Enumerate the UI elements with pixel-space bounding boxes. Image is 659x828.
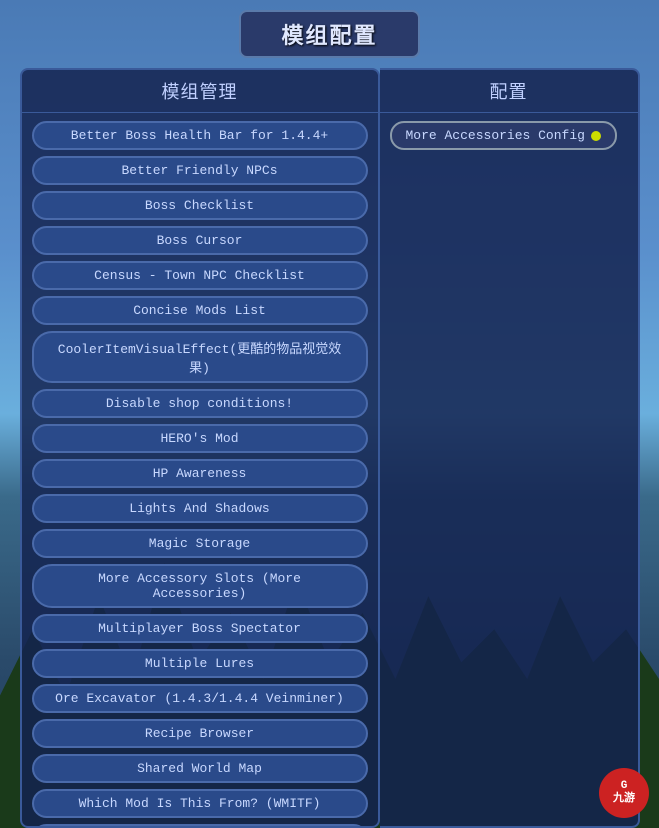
mod-button[interactable]: Census - Town NPC Checklist: [32, 261, 368, 290]
mod-button[interactable]: Boss Cursor: [32, 226, 368, 255]
mod-button[interactable]: Disable shop conditions!: [32, 389, 368, 418]
mod-button[interactable]: Lights And Shadows: [32, 494, 368, 523]
mod-button[interactable]: HERO's Mod: [32, 424, 368, 453]
mod-button[interactable]: Ore Excavator (1.4.3/1.4.4 Veinminer): [32, 684, 368, 713]
config-button-label: More Accessories Config: [406, 128, 585, 143]
mod-button[interactable]: Boss Checklist: [32, 191, 368, 220]
mod-button[interactable]: HP Awareness: [32, 459, 368, 488]
mod-button[interactable]: Better Boss Health Bar for 1.4.4+: [32, 121, 368, 150]
mod-button[interactable]: Magic Storage: [32, 529, 368, 558]
mod-button[interactable]: Multiple Lures: [32, 649, 368, 678]
main-container: 模组配置 模组管理 Better Boss Health Bar for 1.4…: [0, 0, 659, 828]
watermark-text: G九游: [613, 780, 635, 806]
mod-button[interactable]: Concise Mods List: [32, 296, 368, 325]
left-panel: 模组管理 Better Boss Health Bar for 1.4.4+Be…: [20, 68, 380, 828]
mod-list: Better Boss Health Bar for 1.4.4+ Better …: [22, 113, 378, 826]
left-panel-header: 模组管理: [22, 70, 378, 113]
mod-button[interactable]: Which Mod Is This From? (WMITF): [32, 789, 368, 818]
mod-button[interactable]: Recipe Browser: [32, 719, 368, 748]
panels-wrapper: 模组管理 Better Boss Health Bar for 1.4.4+Be…: [20, 68, 640, 828]
config-active-dot: [591, 131, 601, 141]
page-title: 模组配置: [281, 25, 377, 50]
mod-button[interactable]: Wikithia: [32, 824, 368, 826]
mod-button[interactable]: Shared World Map: [32, 754, 368, 783]
mod-button[interactable]: More Accessory Slots (More Accessories): [32, 564, 368, 608]
mod-button[interactable]: Multiplayer Boss Spectator: [32, 614, 368, 643]
right-panel: 配置 More Accessories Config: [380, 68, 640, 828]
right-panel-header: 配置: [380, 70, 638, 113]
config-button[interactable]: More Accessories Config: [390, 121, 617, 150]
mod-button[interactable]: CoolerItemVisualEffect(更酷的物品视觉效果): [32, 331, 368, 383]
mod-button[interactable]: Better Friendly NPCs: [32, 156, 368, 185]
config-list: More Accessories Config: [380, 113, 638, 826]
title-bar: 模组配置: [239, 10, 419, 58]
watermark: G九游: [599, 768, 649, 818]
